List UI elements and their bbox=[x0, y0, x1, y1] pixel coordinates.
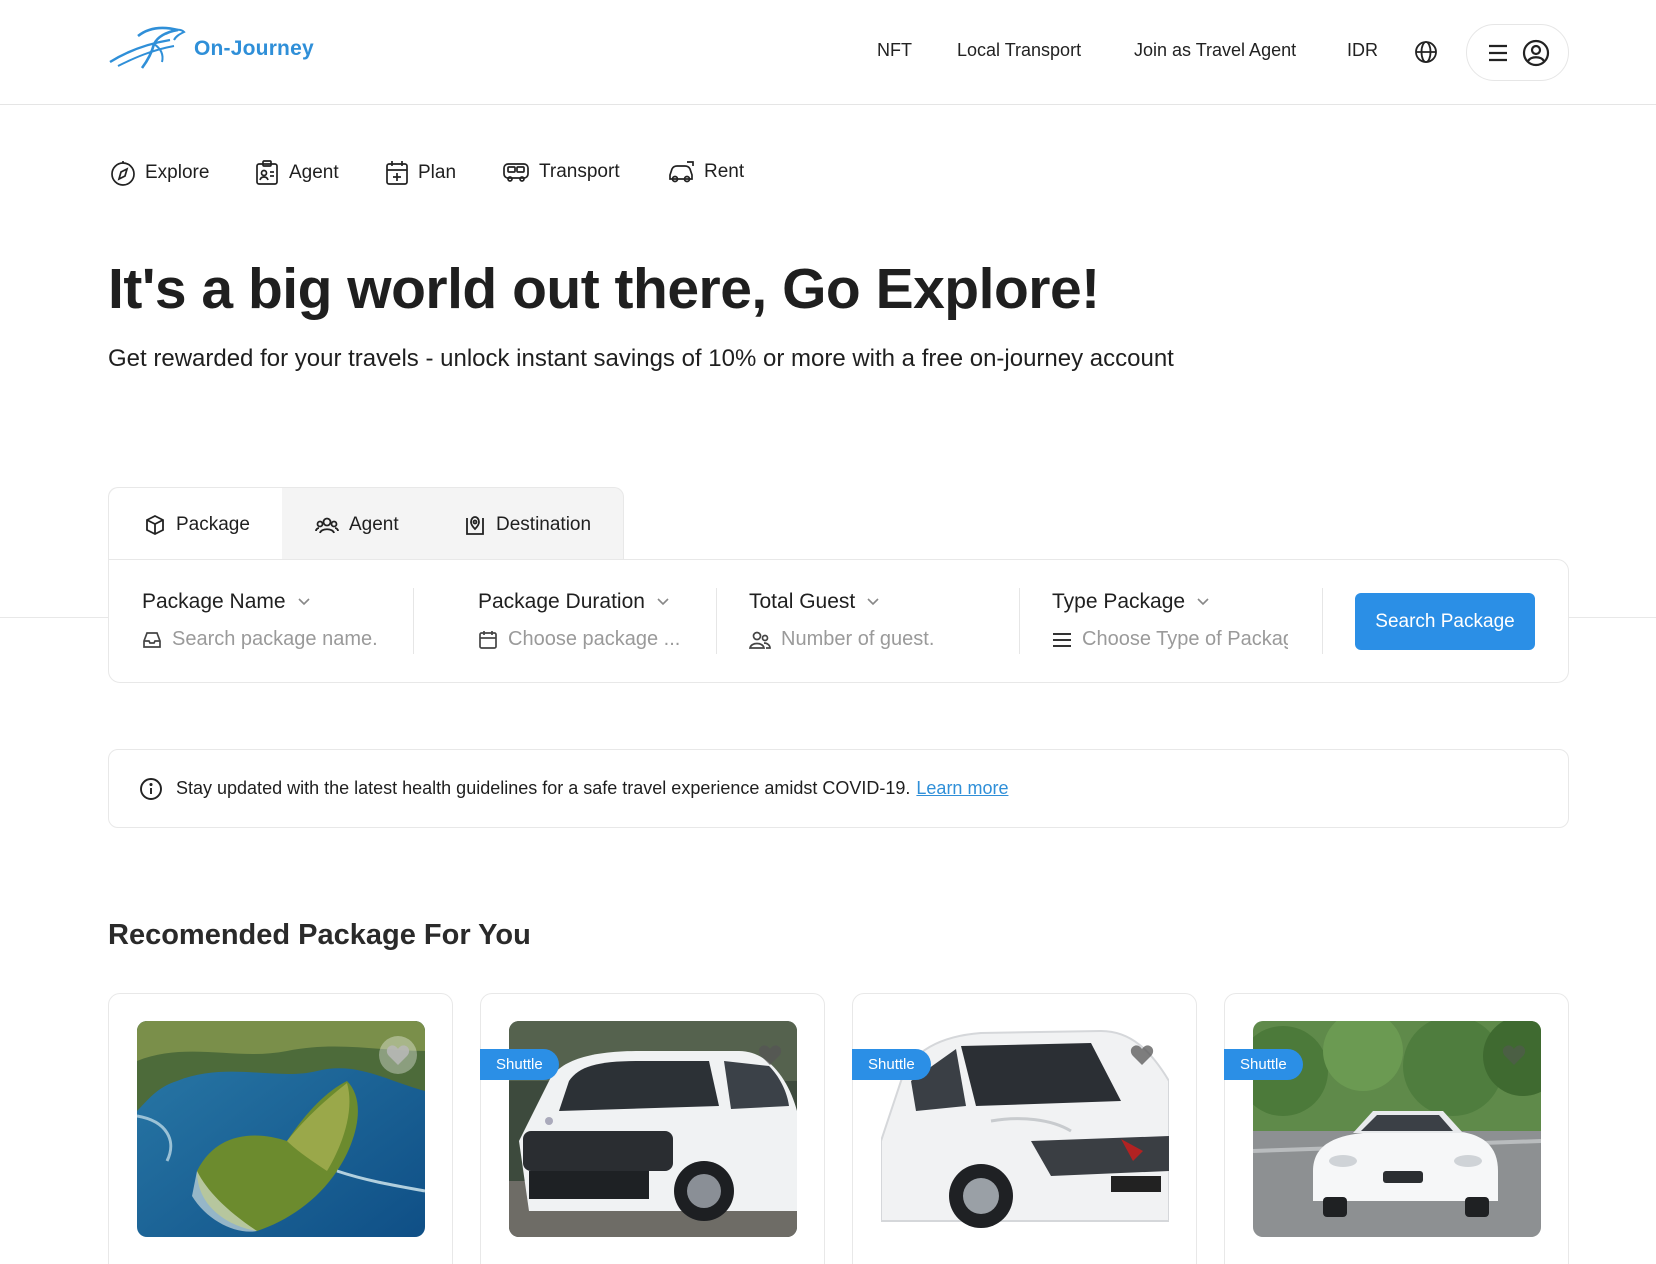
learn-more-link[interactable]: Learn more bbox=[916, 778, 1008, 799]
field-label-text: Type Package bbox=[1052, 590, 1186, 613]
recommended-title: Recomended Package For You bbox=[108, 919, 531, 951]
package-card[interactable] bbox=[108, 993, 453, 1264]
field-label: Type Package bbox=[1052, 590, 1288, 614]
category-label: Rent bbox=[704, 161, 745, 182]
search-box: Package Name Search package name. Packag… bbox=[108, 559, 1569, 683]
menu-icon bbox=[1489, 44, 1507, 62]
hero-subtitle: Get rewarded for your travels - unlock i… bbox=[108, 345, 1174, 372]
tab-package[interactable]: Package bbox=[109, 488, 282, 561]
package-duration-field[interactable]: Package Duration Choose package ... bbox=[478, 590, 698, 651]
category-rent[interactable]: Rent bbox=[667, 160, 744, 184]
favorite-button[interactable] bbox=[1495, 1036, 1533, 1074]
user-circle-icon bbox=[1522, 39, 1550, 67]
field-placeholder: Search package name. bbox=[172, 628, 378, 650]
chevron-down-icon bbox=[298, 598, 310, 606]
field-label-text: Total Guest bbox=[749, 590, 856, 613]
map-pin-icon bbox=[466, 515, 484, 535]
chevron-down-icon bbox=[1197, 598, 1209, 606]
chevron-down-icon bbox=[867, 598, 879, 606]
field-label: Package Duration bbox=[478, 590, 698, 614]
field-placeholder: Choose package ... bbox=[508, 628, 681, 650]
category-transport[interactable]: Transport bbox=[502, 160, 620, 184]
header: On-Journey NFT Local Transport Join as T… bbox=[0, 0, 1656, 105]
package-name-input[interactable]: Search package name. bbox=[142, 628, 392, 651]
globe-icon[interactable] bbox=[1414, 40, 1438, 69]
category-label: Explore bbox=[145, 162, 210, 183]
category-label: Agent bbox=[289, 162, 339, 183]
type-package-input[interactable]: Choose Type of Packag bbox=[1052, 628, 1288, 651]
info-icon bbox=[140, 777, 162, 800]
shuttle-badge: Shuttle bbox=[1224, 1049, 1303, 1080]
logo-bird-icon bbox=[109, 26, 186, 69]
field-label: Total Guest bbox=[749, 590, 999, 614]
hero-title: It's a big world out there, Go Explore! bbox=[108, 257, 1100, 321]
shuttle-badge: Shuttle bbox=[852, 1049, 931, 1080]
tab-agent[interactable]: Agent bbox=[315, 488, 399, 561]
agent-icon bbox=[256, 160, 278, 185]
field-divider bbox=[413, 588, 414, 654]
shuttle-badge: Shuttle bbox=[480, 1049, 559, 1080]
bus-icon bbox=[503, 163, 529, 182]
nav-currency[interactable]: IDR bbox=[1347, 40, 1378, 61]
nav-nft[interactable]: NFT bbox=[877, 40, 912, 61]
field-divider bbox=[716, 588, 717, 654]
notice-text: Stay updated with the latest health guid… bbox=[176, 778, 911, 798]
category-explore[interactable]: Explore bbox=[110, 160, 209, 186]
total-guest-field[interactable]: Total Guest Number of guest. bbox=[749, 590, 999, 651]
tab-label: Destination bbox=[496, 513, 592, 535]
heart-icon bbox=[1130, 1045, 1154, 1065]
field-divider bbox=[1322, 588, 1323, 654]
category-plan[interactable]: Plan bbox=[385, 160, 456, 186]
guests-icon bbox=[749, 631, 771, 649]
covid-notice: Stay updated with the latest health guid… bbox=[108, 749, 1569, 828]
cube-icon bbox=[146, 514, 164, 535]
inbox-icon bbox=[143, 631, 161, 648]
chevron-down-icon bbox=[657, 598, 669, 606]
list-icon bbox=[1053, 632, 1071, 647]
favorite-button[interactable] bbox=[379, 1036, 417, 1074]
field-label: Package Name bbox=[142, 590, 392, 614]
package-duration-input[interactable]: Choose package ... bbox=[478, 628, 698, 651]
package-name-field[interactable]: Package Name Search package name. bbox=[142, 590, 392, 651]
package-card[interactable]: Shuttle bbox=[1224, 993, 1569, 1264]
tab-destination[interactable]: Destination bbox=[464, 488, 591, 561]
package-card[interactable]: Shuttle bbox=[480, 993, 825, 1264]
tab-label: Agent bbox=[349, 513, 399, 535]
field-label-text: Package Name bbox=[142, 590, 286, 613]
brand-name: On-Journey bbox=[194, 37, 314, 60]
category-label: Plan bbox=[418, 162, 457, 183]
favorite-button[interactable] bbox=[1123, 1036, 1161, 1074]
field-divider bbox=[1019, 588, 1020, 654]
tab-label: Package bbox=[176, 513, 250, 535]
heart-icon bbox=[1502, 1045, 1526, 1065]
total-guest-input[interactable]: Number of guest. bbox=[749, 628, 999, 651]
favorite-button[interactable] bbox=[751, 1036, 789, 1074]
category-agent[interactable]: Agent bbox=[254, 160, 339, 186]
users-icon bbox=[315, 517, 339, 533]
package-card[interactable]: Shuttle bbox=[852, 993, 1197, 1264]
field-label-text: Package Duration bbox=[478, 590, 645, 613]
nav-join-travel-agent[interactable]: Join as Travel Agent bbox=[1134, 40, 1296, 61]
nav-local-transport[interactable]: Local Transport bbox=[957, 40, 1081, 61]
search-tabs: Package Agent Destination bbox=[108, 487, 624, 561]
category-label: Transport bbox=[539, 161, 620, 182]
calendar-icon bbox=[479, 630, 497, 649]
search-package-button[interactable]: Search Package bbox=[1355, 593, 1535, 650]
car-rent-icon bbox=[669, 161, 694, 183]
field-placeholder: Choose Type of Packag bbox=[1082, 628, 1288, 650]
field-placeholder: Number of guest. bbox=[781, 628, 935, 650]
compass-icon bbox=[111, 161, 135, 186]
logo[interactable]: On-Journey bbox=[108, 24, 314, 74]
heart-icon bbox=[758, 1045, 782, 1065]
heart-icon bbox=[386, 1045, 410, 1065]
account-menu-button[interactable] bbox=[1466, 24, 1569, 81]
calendar-plan-icon bbox=[386, 161, 408, 185]
type-package-field[interactable]: Type Package Choose Type of Packag bbox=[1052, 590, 1288, 651]
